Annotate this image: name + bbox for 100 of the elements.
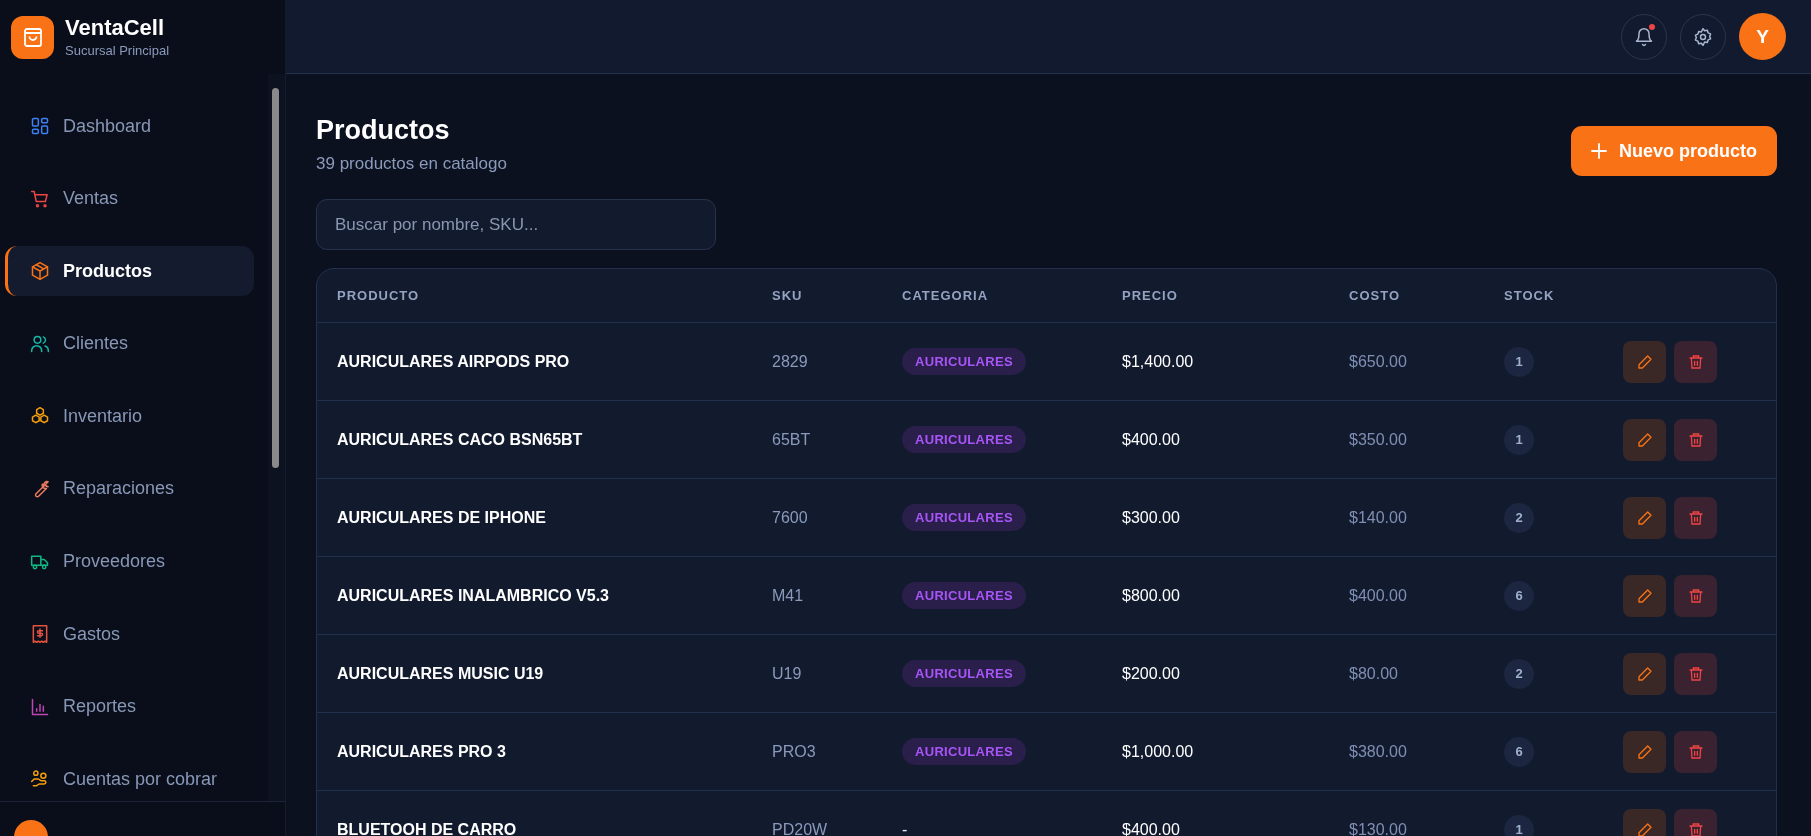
column-header: SKU xyxy=(772,288,804,303)
nav-item[interactable]: Clientes xyxy=(5,318,254,369)
stock-count: 1 xyxy=(1504,346,1534,377)
page-title: Productos xyxy=(316,114,451,147)
price-cell-text: $400.00 xyxy=(1122,430,1181,449)
product-name: BLUETOOH DE CARRO xyxy=(337,820,518,836)
column-header: PRODUCTO xyxy=(337,288,421,303)
stock-count: 2 xyxy=(1504,658,1534,689)
price-cell-text: $1,400.00 xyxy=(1122,352,1195,371)
category-tag: AURICULARES xyxy=(902,504,1026,531)
delete-button[interactable] xyxy=(1674,496,1717,539)
cost-cell-text: $130.00 xyxy=(1349,820,1408,836)
product-name: AURICULARES AIRPODS PRO xyxy=(337,352,571,371)
sku-cell-text: M41 xyxy=(772,586,805,605)
nav-item[interactable]: Dashboard xyxy=(5,101,254,151)
column-header: CATEGORIA xyxy=(902,288,990,303)
pencil-icon xyxy=(1636,509,1653,526)
branch-name: Sucursal Principal xyxy=(65,43,170,59)
price-cell-text: $800.00 xyxy=(1122,586,1181,605)
settings-icon xyxy=(1693,26,1713,47)
price-cell-text: $200.00 xyxy=(1122,664,1181,683)
sku-cell-text: U19 xyxy=(772,664,803,683)
edit-button[interactable] xyxy=(1623,730,1666,773)
edit-button[interactable] xyxy=(1623,652,1666,695)
price-cell-text: $1,000.00 xyxy=(1122,742,1195,761)
category-tag: AURICULARES xyxy=(902,426,1026,453)
trash-icon xyxy=(1687,509,1704,526)
receipt-icon xyxy=(30,624,50,645)
cart-icon xyxy=(30,188,50,209)
cost-cell-text: $380.00 xyxy=(1349,742,1408,761)
delete-button[interactable] xyxy=(1674,340,1717,383)
category-tag: AURICULARES xyxy=(902,738,1026,765)
delete-button[interactable] xyxy=(1674,730,1717,773)
nav-item[interactable]: Reparaciones xyxy=(5,463,254,514)
stock-count: 2 xyxy=(1504,502,1534,533)
search-field[interactable]: Buscar por nombre, SKU... xyxy=(316,199,716,250)
nav-item[interactable]: Productos xyxy=(5,246,254,297)
pencil-icon xyxy=(1636,431,1653,448)
nav-item[interactable]: Cuentas por cobrar xyxy=(5,754,254,801)
product-name: AURICULARES INALAMBRICO V5.3 xyxy=(337,586,610,605)
stock-count: 1 xyxy=(1504,814,1534,836)
column-header: COSTO xyxy=(1349,288,1401,303)
scrollbar[interactable] xyxy=(268,74,285,801)
grid-icon xyxy=(30,116,50,136)
cost-cell-text: $650.00 xyxy=(1349,352,1408,371)
category-tag: AURICULARES xyxy=(902,660,1026,687)
trash-icon xyxy=(1687,665,1704,682)
category-tag: AURICULARES xyxy=(902,582,1026,609)
price-cell-text: $300.00 xyxy=(1122,508,1181,527)
plus-icon xyxy=(1591,143,1607,159)
bell-icon xyxy=(1634,26,1654,47)
nav-item[interactable]: Inventario xyxy=(5,391,254,442)
nav-item[interactable]: Gastos xyxy=(5,609,254,660)
edit-button[interactable] xyxy=(1623,418,1666,461)
sku-cell-text: PRO3 xyxy=(772,742,817,761)
sku-cell-text: 7600 xyxy=(772,508,809,527)
nav-item[interactable]: Ventas xyxy=(5,173,254,224)
trash-icon xyxy=(1687,431,1704,448)
product-count: 39 productos en catalogo xyxy=(316,154,507,175)
cost-cell-text: $140.00 xyxy=(1349,508,1408,527)
pencil-icon xyxy=(1636,587,1653,604)
delete-button[interactable] xyxy=(1674,418,1717,461)
stock-count: 1 xyxy=(1504,424,1534,455)
cost-cell-text: $350.00 xyxy=(1349,430,1408,449)
pencil-icon xyxy=(1636,665,1653,682)
sku-cell-text: PD20W xyxy=(772,820,829,836)
nav-item[interactable]: Reportes xyxy=(5,681,254,732)
sku-cell-text: 2829 xyxy=(772,352,809,371)
cost-cell-text: $80.00 xyxy=(1349,664,1399,683)
sku-cell-text: 65BT xyxy=(772,430,812,449)
edit-button[interactable] xyxy=(1623,574,1666,617)
bar-chart-icon xyxy=(30,696,50,717)
users-icon xyxy=(30,333,50,354)
edit-button[interactable] xyxy=(1623,340,1666,383)
column-header: PRECIO xyxy=(1122,288,1179,303)
column-header: STOCK xyxy=(1504,288,1556,303)
pencil-icon xyxy=(1636,743,1653,760)
pencil-icon xyxy=(1636,353,1653,370)
product-name: AURICULARES CACO BSN65BT xyxy=(337,430,584,449)
delete-button[interactable] xyxy=(1674,574,1717,617)
delete-button[interactable] xyxy=(1674,652,1717,695)
brand-name: VentaCell xyxy=(65,15,166,41)
stock-count: 6 xyxy=(1504,580,1534,611)
trash-icon xyxy=(1687,353,1704,370)
category-tag: AURICULARES xyxy=(902,348,1026,375)
pencil-icon xyxy=(1636,821,1653,836)
product-name: AURICULARES DE IPHONE xyxy=(337,508,547,527)
trash-icon xyxy=(1687,587,1704,604)
box-icon xyxy=(30,261,50,282)
stock-count: 6 xyxy=(1504,736,1534,767)
shopping-bag-icon xyxy=(11,15,54,59)
nav-item[interactable]: Proveedores xyxy=(5,536,254,587)
edit-button[interactable] xyxy=(1623,496,1666,539)
product-name: AURICULARES PRO 3 xyxy=(337,742,507,761)
price-cell-text: $400.00 xyxy=(1122,820,1181,836)
cost-cell-text: $400.00 xyxy=(1349,586,1408,605)
category-cell-text: - xyxy=(902,820,909,836)
trash-icon xyxy=(1687,743,1704,760)
trash-icon xyxy=(1687,821,1704,836)
product-name: AURICULARES MUSIC U19 xyxy=(337,664,545,683)
